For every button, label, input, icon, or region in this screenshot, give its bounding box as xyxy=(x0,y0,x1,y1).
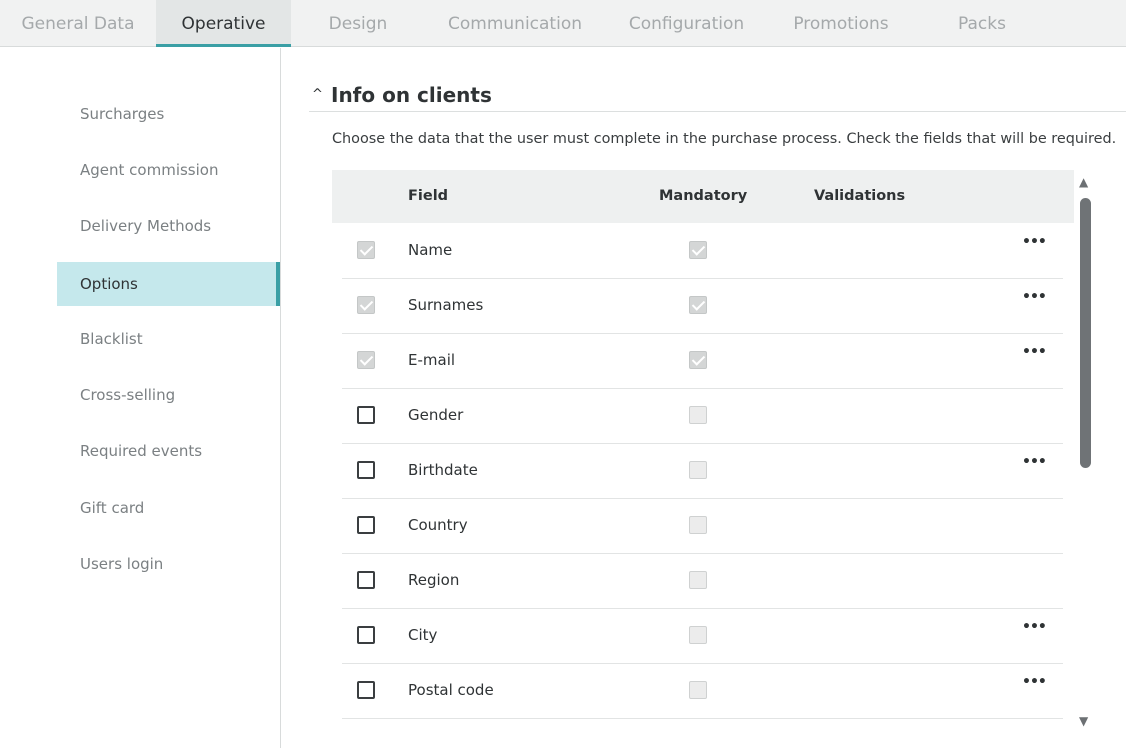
tab-packs[interactable]: Packs xyxy=(914,0,1050,47)
field-select-checkbox[interactable] xyxy=(357,351,375,369)
field-name: Gender xyxy=(408,406,464,424)
more-options-icon[interactable]: ••• xyxy=(1022,234,1047,264)
sidebar-item-delivery-methods[interactable]: Delivery Methods xyxy=(57,204,280,248)
field-select-checkbox[interactable] xyxy=(357,516,375,534)
field-name: Name xyxy=(408,241,453,259)
table-row: Postal code ••• xyxy=(342,664,1063,719)
tab-design[interactable]: Design xyxy=(291,0,425,47)
column-header-field: Field xyxy=(408,188,449,204)
scroll-up-arrow-icon[interactable]: ▲ xyxy=(1079,175,1088,189)
table-row: Surnames ••• xyxy=(342,279,1063,334)
field-select-checkbox[interactable] xyxy=(357,241,375,259)
mandatory-checkbox[interactable] xyxy=(689,296,707,314)
column-header-validations: Validations xyxy=(814,188,906,204)
table-row: E-mail ••• xyxy=(342,334,1063,389)
field-name: Surnames xyxy=(408,296,484,314)
tab-configuration[interactable]: Configuration xyxy=(605,0,768,47)
tab-operative[interactable]: Operative xyxy=(156,0,291,47)
more-options-icon[interactable]: ••• xyxy=(1022,619,1047,649)
collapse-caret-icon[interactable]: ^ xyxy=(312,87,323,102)
field-select-checkbox[interactable] xyxy=(357,571,375,589)
mandatory-checkbox[interactable] xyxy=(689,681,707,699)
top-tab-bar: General Data Operative Design Communicat… xyxy=(0,0,1126,47)
field-name: City xyxy=(408,626,438,644)
field-select-checkbox[interactable] xyxy=(357,296,375,314)
table-row: Region xyxy=(342,554,1063,609)
field-name: E-mail xyxy=(408,351,456,369)
sidebar-item-surcharges[interactable]: Surcharges xyxy=(57,92,280,136)
field-select-checkbox[interactable] xyxy=(357,681,375,699)
mandatory-checkbox[interactable] xyxy=(689,406,707,424)
mandatory-checkbox[interactable] xyxy=(689,571,707,589)
sidebar-item-options[interactable]: Options xyxy=(57,262,280,306)
field-name: Region xyxy=(408,571,460,589)
tab-general-data[interactable]: General Data xyxy=(0,0,156,47)
more-options-icon[interactable]: ••• xyxy=(1022,289,1047,319)
sidebar: Surcharges Agent commission Delivery Met… xyxy=(0,48,281,748)
mandatory-checkbox[interactable] xyxy=(689,626,707,644)
sidebar-item-cross-selling[interactable]: Cross-selling xyxy=(57,373,280,417)
field-select-checkbox[interactable] xyxy=(357,626,375,644)
table-row: Country xyxy=(342,499,1063,554)
more-options-icon[interactable]: ••• xyxy=(1022,454,1047,484)
more-options-icon[interactable]: ••• xyxy=(1022,674,1047,704)
sidebar-item-agent-commission[interactable]: Agent commission xyxy=(57,148,280,192)
scroll-down-arrow-icon[interactable]: ▼ xyxy=(1079,714,1088,728)
field-name: Postal code xyxy=(408,681,494,699)
tab-communication[interactable]: Communication xyxy=(425,0,605,47)
sidebar-item-required-events[interactable]: Required events xyxy=(57,429,280,473)
scrollbar-thumb[interactable] xyxy=(1080,198,1091,468)
tab-promotions[interactable]: Promotions xyxy=(768,0,914,47)
table-row: Gender xyxy=(342,389,1063,444)
table-header: Field Mandatory Validations xyxy=(332,170,1074,223)
field-name: Country xyxy=(408,516,468,534)
section-header: ^ Info on clients xyxy=(309,82,1126,112)
field-name: Birthdate xyxy=(408,461,478,479)
sidebar-item-users-login[interactable]: Users login xyxy=(57,542,280,586)
column-header-mandatory: Mandatory xyxy=(659,188,748,204)
sidebar-item-gift-card[interactable]: Gift card xyxy=(57,486,280,530)
section-title: Info on clients xyxy=(331,83,492,107)
table-body: Name ••• Surnames ••• E-mail ••• Gender Birthda… xyxy=(342,224,1063,748)
section-description: Choose the data that the user must compl… xyxy=(332,131,1117,147)
mandatory-checkbox[interactable] xyxy=(689,351,707,369)
mandatory-checkbox[interactable] xyxy=(689,241,707,259)
table-row: Name ••• xyxy=(342,224,1063,279)
field-select-checkbox[interactable] xyxy=(357,461,375,479)
more-options-icon[interactable]: ••• xyxy=(1022,344,1047,374)
mandatory-checkbox[interactable] xyxy=(689,516,707,534)
table-row: Birthdate ••• xyxy=(342,444,1063,499)
table-row: City ••• xyxy=(342,609,1063,664)
field-select-checkbox[interactable] xyxy=(357,406,375,424)
sidebar-item-blacklist[interactable]: Blacklist xyxy=(57,317,280,361)
mandatory-checkbox[interactable] xyxy=(689,461,707,479)
